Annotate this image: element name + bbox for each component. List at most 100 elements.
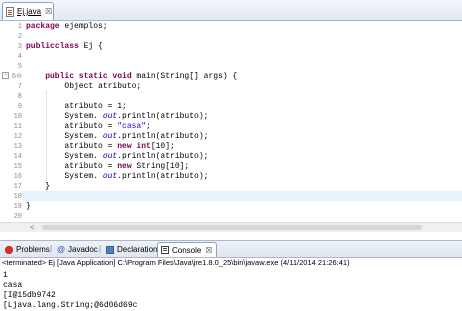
close-icon[interactable]: ☒ (45, 7, 52, 16)
code-token: .println(atributo); (117, 132, 209, 141)
code-token: package (26, 22, 60, 31)
editor-horizontal-scrollbar[interactable]: < (0, 222, 462, 232)
code-token: [10]; (150, 142, 175, 151)
code-token: ejemplos; (59, 22, 108, 31)
code-token: String[10]; (131, 162, 190, 171)
line-number: 17 (13, 183, 22, 191)
code-token: new (117, 162, 132, 171)
scroll-left-icon[interactable]: < (30, 223, 35, 232)
code-line: publicclass Ej { (26, 42, 462, 52)
line-number: 18 (13, 193, 22, 201)
tab-declaration[interactable]: Declaration (103, 242, 160, 257)
line-number: 14 (13, 153, 22, 161)
console-output-line: [I@15db9742 (3, 291, 56, 300)
tab-separator: | (99, 244, 102, 253)
code-line: } (26, 202, 462, 212)
code-token: atributo = (26, 122, 118, 131)
line-number: 8 (17, 93, 22, 101)
code-token: atributo = (26, 142, 118, 151)
line-number: 1 (17, 23, 22, 31)
tab-problems[interactable]: Problems (2, 242, 53, 257)
code-token: } (26, 202, 31, 211)
code-line: atributo = 1; (26, 102, 462, 112)
tab-declaration-label: Declaration (117, 245, 158, 254)
javadoc-icon: @ (57, 245, 65, 254)
code-token: } (26, 182, 51, 191)
code-token: out (98, 132, 118, 141)
code-line: System. out.println(atributo); (26, 172, 462, 182)
views-tab-bar: Problems | @ Javadoc | Declaration Conso… (0, 240, 462, 258)
line-number: 5 (17, 63, 22, 71)
code-token: System. (26, 152, 99, 161)
code-token: Object atributo; (26, 82, 142, 91)
code-token: ; (146, 122, 151, 131)
code-line: atributo = new int[10]; (26, 142, 462, 152)
code-token: out (98, 112, 118, 121)
scrollbar-thumb[interactable] (42, 225, 422, 230)
console-output-line: casa (3, 281, 23, 290)
code-line: atributo = "casa"; (26, 122, 462, 132)
tab-javadoc[interactable]: @ Javadoc (54, 242, 101, 257)
line-number: 10 (13, 113, 22, 121)
console-icon (161, 246, 169, 254)
line-number: 9 (17, 103, 22, 111)
code-token: System. (26, 112, 99, 121)
code-token: .println(atributo); (117, 112, 209, 121)
code-line: System. out.println(atributo); (26, 152, 462, 162)
line-number: 3 (17, 43, 22, 51)
code-token: .println(atributo); (117, 152, 209, 161)
code-area[interactable]: package ejemplos; publicclass Ej { public… (26, 21, 462, 231)
code-line: public static void main(String[] args) { (26, 72, 462, 82)
code-editor[interactable]: − 1 2 3 4 5 6⊖ 7 8 9 10 11 12 13 14 15 16 17 18 19 20 packa… (0, 21, 462, 231)
line-number: 16 (13, 173, 22, 181)
line-number: 11 (13, 123, 22, 131)
code-line: Object atributo; (26, 82, 462, 92)
code-token: "casa" (117, 122, 147, 131)
annotation-ruler (0, 21, 10, 231)
tab-javadoc-label: Javadoc (68, 245, 98, 254)
console-output[interactable]: 1 casa [I@15db9742 [Ljava.lang.String;@6d06… (0, 270, 462, 310)
line-number-gutter: 1 2 3 4 5 6⊖ 7 8 9 10 11 12 13 14 15 16 17 18 19 20 (10, 21, 22, 231)
editor-tab-ej-java[interactable]: Ej.java ☒ (2, 2, 54, 20)
code-token: atributo = 1; (26, 102, 127, 111)
code-token: public (26, 42, 55, 51)
problems-icon (5, 245, 13, 254)
tab-separator: | (50, 244, 53, 253)
editor-tab-bar: Ej.java ☒ (0, 0, 462, 21)
fold-collapse-icon[interactable]: − (2, 72, 9, 79)
code-token: main(String[] args) { (131, 72, 238, 81)
code-token: System. (26, 132, 99, 141)
line-number: 7 (17, 83, 22, 91)
line-number: 20 (13, 213, 22, 221)
code-line: } (26, 182, 462, 192)
code-line: atributo = new String[10]; (26, 162, 462, 172)
code-line: System. out.println(atributo); (26, 112, 462, 122)
tab-console[interactable]: Console ☒ (157, 242, 217, 257)
console-output-line: [Ljava.lang.String;@6d06d69c (3, 301, 138, 310)
line-number: 13 (13, 143, 22, 151)
code-line: package ejemplos; (26, 22, 462, 32)
code-token: atributo = (26, 162, 118, 171)
code-token: System. (26, 172, 99, 181)
code-token: public static void (45, 72, 132, 81)
line-number: 2 (17, 33, 22, 41)
tab-console-label: Console (172, 245, 202, 255)
code-token: Ej { (78, 42, 103, 51)
close-icon[interactable]: ☒ (205, 246, 212, 255)
declaration-icon (106, 245, 114, 254)
line-number: 6⊖ (11, 73, 22, 81)
code-token: out (98, 172, 118, 181)
code-token: class (54, 42, 79, 51)
editor-tab-label: Ej.java (17, 7, 42, 16)
code-token: .println(atributo); (117, 172, 209, 181)
code-token: out (98, 152, 118, 161)
code-line: System. out.println(atributo); (26, 132, 462, 142)
console-status-text: <terminated> Ej [Java Application] C:\Pr… (2, 258, 350, 267)
